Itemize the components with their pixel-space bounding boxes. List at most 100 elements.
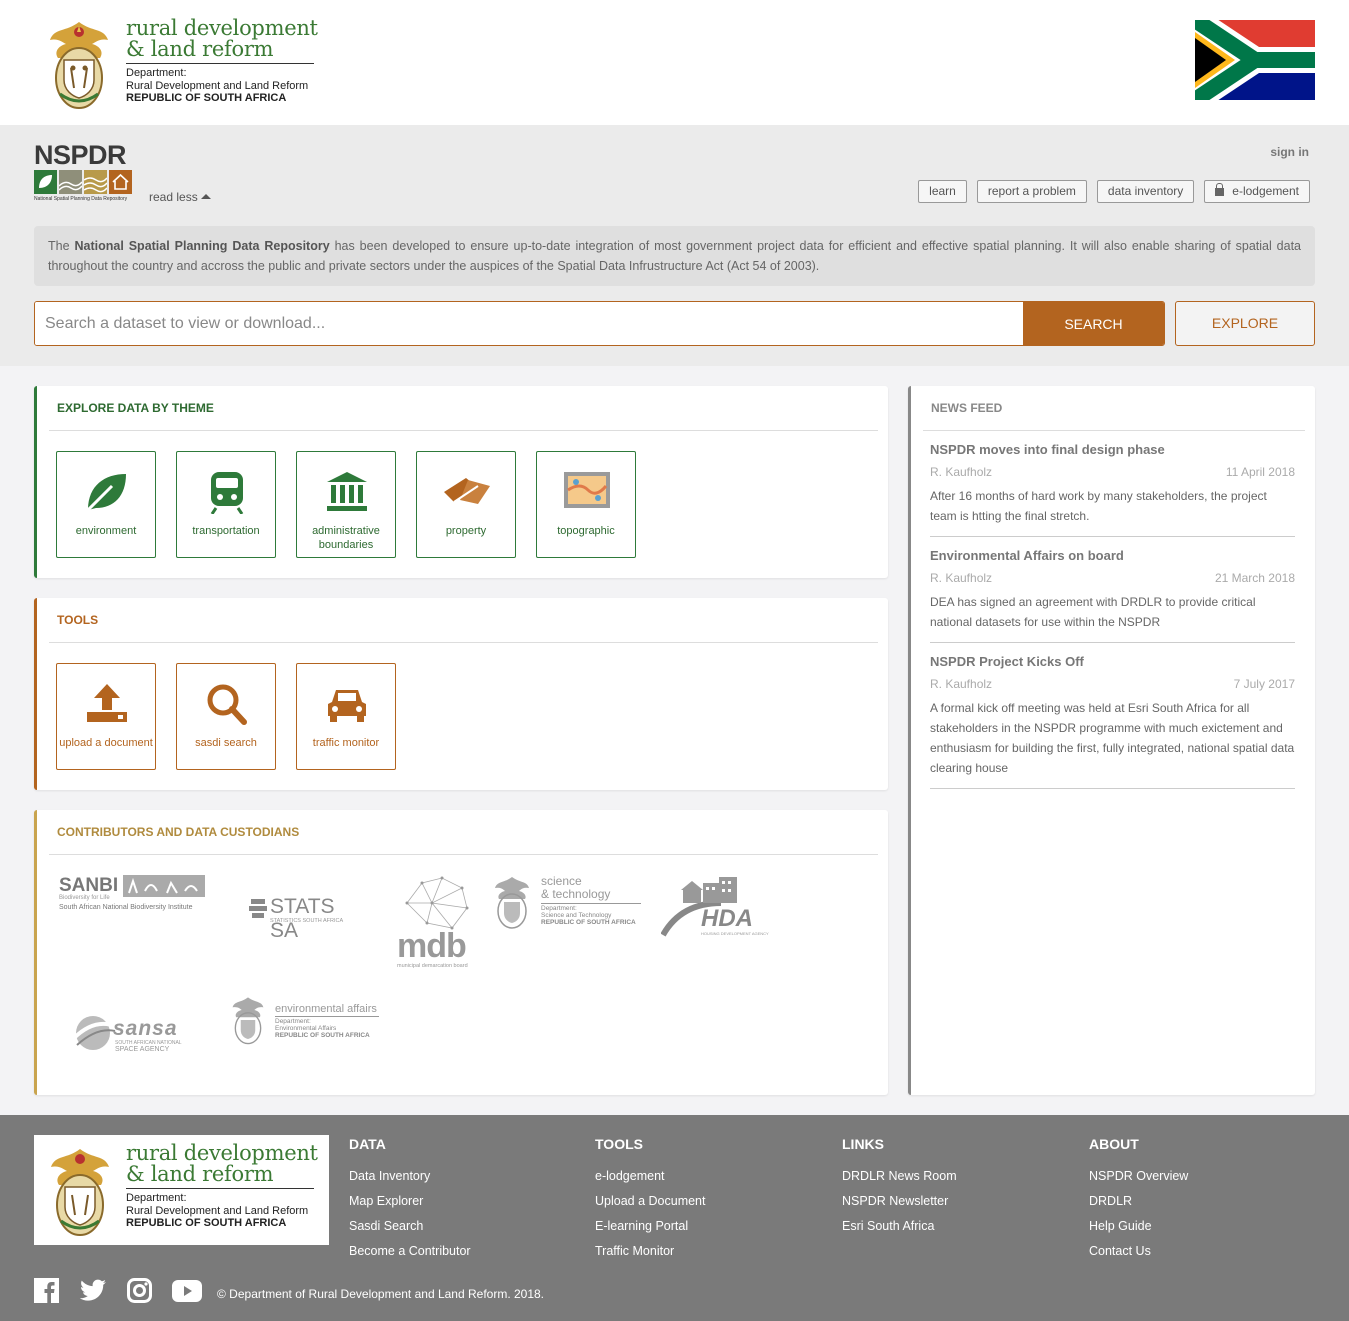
footer-link-help-guide[interactable]: Help Guide <box>1089 1214 1188 1239</box>
theme-card-transportation[interactable]: transportation <box>176 451 276 558</box>
panel-heading: CONTRIBUTORS AND DATA CUSTODIANS <box>49 810 878 855</box>
instagram-icon[interactable] <box>127 1278 152 1308</box>
dea-logo[interactable]: environmental affairs Department: Enviro… <box>229 995 389 1045</box>
dept-sub1: Department: <box>126 67 187 79</box>
tool-card-upload-document[interactable]: upload a document <box>56 663 156 770</box>
search-button[interactable]: SEARCH <box>1023 302 1164 345</box>
footer-link-e-lodgement[interactable]: e-lodgement <box>595 1164 705 1189</box>
dst-logo[interactable]: science & technology Department: Science… <box>491 875 651 931</box>
footer-column-about: ABOUT NSPDR Overview DRDLR Help Guide Co… <box>1089 1136 1188 1264</box>
youtube-icon[interactable] <box>172 1279 202 1307</box>
dea-sub3: REPUBLIC OF SOUTH AFRICA <box>275 1032 370 1039</box>
footer-link-become-contributor[interactable]: Become a Contributor <box>349 1239 471 1264</box>
footer-department-logo[interactable]: rural development & land reform Departme… <box>34 1135 329 1245</box>
news-item: NSPDR moves into final design phase R. K… <box>930 431 1295 537</box>
dst-sub3: REPUBLIC OF SOUTH AFRICA <box>541 919 636 926</box>
footer-link-drdlr[interactable]: DRDLR <box>1089 1189 1188 1214</box>
department-text: rural development & land reform Departme… <box>126 1143 318 1230</box>
nspdr-logo-tiles <box>34 170 134 194</box>
news-body: After 16 months of hard work by many sta… <box>930 489 1267 523</box>
network-map-icon <box>405 876 469 930</box>
coat-of-arms-grey-icon <box>495 877 529 929</box>
institution-icon <box>327 472 367 511</box>
footer-link-data-inventory[interactable]: Data Inventory <box>349 1164 471 1189</box>
dept-name-line2: & land reform <box>126 1162 274 1186</box>
footer-link-nspdr-overview[interactable]: NSPDR Overview <box>1089 1164 1188 1189</box>
footer-link-traffic-monitor[interactable]: Traffic Monitor <box>595 1239 705 1264</box>
dst-sub2: Science and Technology <box>541 912 612 919</box>
footer-link-upload-document[interactable]: Upload a Document <box>595 1189 705 1214</box>
news-title[interactable]: NSPDR Project Kicks Off <box>930 653 1295 671</box>
footer-link-sasdi-search[interactable]: Sasdi Search <box>349 1214 471 1239</box>
footer-link-contact-us[interactable]: Contact Us <box>1089 1239 1188 1264</box>
theme-card-administrative-boundaries[interactable]: administrative boundaries <box>296 451 396 558</box>
map-icon <box>564 472 610 508</box>
theme-label: property <box>445 525 487 537</box>
theme-cards: environment transportation administrativ… <box>56 451 636 558</box>
search-input[interactable] <box>35 302 1023 345</box>
animal-silhouettes-icon <box>123 875 205 897</box>
sanbi-logo[interactable]: SANBI Biodiversity for Life South Africa… <box>59 875 209 915</box>
dept-name-line1: rural development <box>126 1141 318 1165</box>
news-title[interactable]: Environmental Affairs on board <box>930 547 1295 565</box>
nspdr-logo[interactable]: NSPDR National Spatial Planning Data Rep… <box>34 142 134 204</box>
news-item: NSPDR Project Kicks Off R. Kaufholz 7 Jul… <box>930 643 1295 789</box>
footer-heading: DATA <box>349 1136 386 1152</box>
dept-sub1: Department: <box>126 1192 187 1204</box>
sansa-title: sansa <box>113 1017 178 1040</box>
coat-of-arms-icon <box>50 22 108 109</box>
learn-button[interactable]: learn <box>918 180 967 203</box>
e-lodgement-button[interactable]: e-lodgement <box>1204 180 1310 203</box>
divider <box>126 63 314 64</box>
panel-heading: TOOLS <box>49 598 878 643</box>
dept-name-line1: rural development <box>126 16 318 40</box>
department-logo[interactable]: rural development & land reform Departme… <box>40 16 330 112</box>
sansa-sub2: SPACE AGENCY <box>115 1046 170 1053</box>
tool-label: traffic monitor <box>312 737 380 749</box>
mdb-subtitle: municipal demarcation board <box>397 963 468 969</box>
theme-card-environment[interactable]: environment <box>56 451 156 558</box>
upload-icon <box>87 684 127 722</box>
read-less-toggle[interactable]: read less <box>149 190 211 204</box>
footer-link-map-explorer[interactable]: Map Explorer <box>349 1189 471 1214</box>
news-meta: R. Kaufholz 11 April 2018 <box>930 464 1295 480</box>
top-header: rural development & land reform Departme… <box>0 0 1349 125</box>
contributor-logos: SANBI Biodiversity for Life South Africa… <box>37 865 887 1095</box>
mdb-logo[interactable]: mdb municipal demarcation board <box>397 873 477 973</box>
tools-panel: TOOLS upload a document sasdi search tra… <box>34 598 888 790</box>
sansa-logo[interactable]: sansa SOUTH AFRICAN NATIONAL SPACE AGENC… <box>73 1013 193 1055</box>
explore-button[interactable]: EXPLORE <box>1175 301 1315 346</box>
footer-link-news-room[interactable]: DRDLR News Room <box>842 1164 957 1189</box>
facebook-icon[interactable] <box>34 1278 59 1308</box>
contributors-panel: CONTRIBUTORS AND DATA CUSTODIANS SANBI B… <box>34 810 888 1095</box>
divider <box>541 903 641 904</box>
theme-card-property[interactable]: property <box>416 451 516 558</box>
news-feed-panel: NEWS FEED NSPDR moves into final design … <box>908 386 1315 1095</box>
dept-sub3: REPUBLIC OF SOUTH AFRICA <box>126 1217 287 1229</box>
footer-link-esri-south-africa[interactable]: Esri South Africa <box>842 1214 957 1239</box>
quick-links: learn report a problem data inventory e-… <box>918 180 1310 203</box>
tool-card-traffic-monitor[interactable]: traffic monitor <box>296 663 396 770</box>
intro-prefix: The <box>48 239 75 253</box>
sign-in-link[interactable]: sign in <box>1270 145 1309 159</box>
hda-logo[interactable]: HDA HOUSING DEVELOPMENT AGENCY <box>661 875 769 941</box>
report-problem-button[interactable]: report a problem <box>976 180 1087 203</box>
orbit-icon <box>73 1016 117 1050</box>
data-inventory-button[interactable]: data inventory <box>1096 180 1195 203</box>
twitter-icon[interactable] <box>79 1279 107 1307</box>
news-date: 7 July 2017 <box>1233 677 1295 691</box>
dept-name-line2: & land reform <box>126 37 274 61</box>
social-links <box>34 1278 202 1308</box>
footer-link-e-learning-portal[interactable]: E-learning Portal <box>595 1214 705 1239</box>
news-title[interactable]: NSPDR moves into final design phase <box>930 441 1295 459</box>
stats-sa-logo[interactable]: STATS SA STATISTICS SOUTH AFRICA <box>248 895 368 942</box>
news-meta: R. Kaufholz 21 March 2018 <box>930 570 1295 586</box>
theme-card-topographic[interactable]: topographic <box>536 451 636 558</box>
tool-card-sasdi-search[interactable]: sasdi search <box>176 663 276 770</box>
divider <box>126 1188 314 1189</box>
stats-sa-subtitle: STATISTICS SOUTH AFRICA <box>270 918 344 924</box>
dst-sub1: Department: <box>541 905 577 912</box>
footer-link-newsletter[interactable]: NSPDR Newsletter <box>842 1189 957 1214</box>
explore-theme-panel: EXPLORE DATA BY THEME environment transp… <box>34 386 888 578</box>
leaf-icon <box>84 474 126 514</box>
